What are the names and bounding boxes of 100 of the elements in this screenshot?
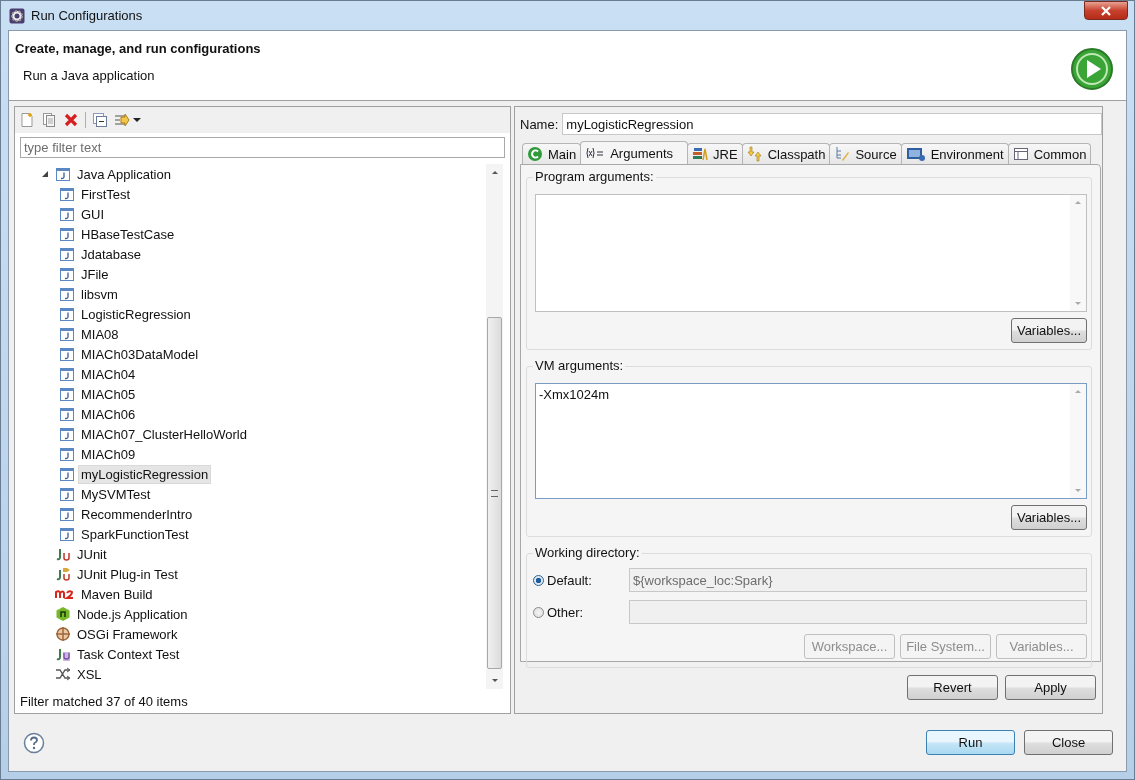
arrows-icon (746, 146, 763, 162)
tree-item[interactable]: libsvm (15, 284, 486, 304)
window-title: Run Configurations (31, 8, 143, 23)
java-file-icon (59, 306, 75, 322)
scroll-up-icon[interactable] (490, 169, 499, 177)
tab[interactable]: Environment (900, 143, 1009, 164)
scrollbar[interactable] (486, 164, 503, 689)
tree-item[interactable]: RecommenderIntro (15, 504, 486, 524)
tree-item[interactable]: MIACh04 (15, 364, 486, 384)
tree-item[interactable]: XSL (15, 664, 486, 684)
tree-item[interactable]: MySVMTest (15, 484, 486, 504)
tree-item[interactable]: SparkFunctionTest (15, 524, 486, 544)
collapse-icon[interactable] (92, 112, 108, 128)
scroll-down-icon[interactable] (490, 676, 499, 684)
directory-field[interactable] (629, 600, 1087, 624)
close-icon (1100, 4, 1112, 17)
java-file-icon (59, 246, 75, 262)
java-file-icon (59, 526, 75, 542)
java-file-icon (59, 406, 75, 422)
tree-item[interactable]: JFile (15, 264, 486, 284)
java-file-icon (59, 366, 75, 382)
tree-item[interactable]: MIACh07_ClusterHelloWorld (15, 424, 486, 444)
name-field[interactable]: myLogisticRegression (562, 113, 1102, 135)
java-file-icon (59, 386, 75, 402)
dialog-button[interactable]: Run (926, 730, 1015, 755)
tree-item[interactable]: LogisticRegression (15, 304, 486, 324)
tree-item[interactable]: myLogisticRegression (15, 464, 486, 484)
java-file-icon (59, 426, 75, 442)
crosshair-icon (55, 626, 71, 642)
tree-item[interactable]: FirstTest (15, 184, 486, 204)
books-icon (692, 146, 709, 162)
tree-item[interactable]: MIA08 (15, 324, 486, 344)
tree-item[interactable]: MIACh03DataModel (15, 344, 486, 364)
delete-icon[interactable] (63, 112, 79, 128)
junit-plugin-icon (55, 566, 71, 582)
java-file-icon (59, 446, 75, 462)
tree-item[interactable]: HBaseTestCase (15, 224, 486, 244)
java-file-icon (59, 466, 75, 482)
help-icon[interactable] (23, 731, 45, 754)
tab[interactable]: Classpath (741, 143, 831, 164)
java-file-icon (59, 206, 75, 222)
variables-button[interactable]: Variables... (1010, 318, 1087, 343)
tree-item[interactable]: JUnit (15, 544, 486, 564)
java-file-icon (59, 346, 75, 362)
tree-item[interactable]: Jdatabase (15, 244, 486, 264)
group-label: VM arguments: (533, 358, 626, 373)
table-icon (1012, 146, 1029, 162)
tab[interactable]: JRE (687, 143, 743, 164)
java-file-icon (59, 226, 75, 242)
tree-item[interactable]: OSGi Framework (15, 624, 486, 644)
java-file-icon (59, 506, 75, 522)
filter-status: Filter matched 37 of 40 items (19, 692, 189, 711)
tab[interactable]: Common (1007, 143, 1092, 164)
header-title: Create, manage, and run configurations (15, 41, 262, 56)
tree-item[interactable]: Task Context Test (15, 644, 486, 664)
java-file-icon (59, 286, 75, 302)
source-tree-icon (834, 146, 851, 162)
action-button[interactable]: Revert (907, 675, 998, 700)
tab[interactable]: Source (829, 143, 902, 164)
group-label: Program arguments: (533, 169, 656, 184)
tree-item[interactable]: MIACh09 (15, 444, 486, 464)
scrollbar-thumb[interactable] (487, 317, 502, 669)
tree-item[interactable]: Node.js Application (15, 604, 486, 624)
header-message: Run a Java application (23, 68, 156, 83)
radio-button[interactable]: Default: (533, 572, 629, 588)
dropdown-icon[interactable] (133, 116, 141, 124)
play-icon (1070, 46, 1114, 91)
hexagon-icon (55, 606, 71, 622)
java-file-icon (59, 326, 75, 342)
radio-button[interactable]: Other: (533, 604, 629, 620)
java-file-icon (59, 486, 75, 502)
shuffle-icon (55, 666, 71, 682)
tree-item[interactable]: Java Application (15, 164, 486, 184)
tree-item[interactable]: GUI (15, 204, 486, 224)
close-button[interactable] (1084, 1, 1128, 20)
name-label: Name: (520, 116, 559, 132)
junit-icon (55, 546, 71, 562)
variable-icon (585, 145, 606, 161)
dialog-button[interactable]: Close (1024, 730, 1113, 755)
copy-icon[interactable] (41, 112, 57, 128)
tree-item[interactable]: MIACh05 (15, 384, 486, 404)
monitor-icon (905, 146, 926, 162)
action-button[interactable]: Apply (1005, 675, 1096, 700)
group-label: Working directory: (533, 545, 642, 560)
tree-item[interactable]: Maven Build (15, 584, 486, 604)
new-file-icon[interactable] (19, 112, 35, 128)
expand-arrow-icon[interactable] (41, 170, 49, 178)
tree-item[interactable]: MIACh06 (15, 404, 486, 424)
circle-icon (527, 146, 543, 162)
filter-field[interactable]: type filter text (20, 137, 505, 158)
java-file-icon (59, 266, 75, 282)
tab[interactable]: Main (522, 143, 582, 164)
gear-icon (9, 7, 25, 24)
java-file-icon (59, 186, 75, 202)
tree-item[interactable]: JUnit Plug-in Test (15, 564, 486, 584)
tab[interactable]: Arguments (580, 141, 689, 164)
directory-field[interactable]: ${workspace_loc:Spark} (629, 568, 1087, 592)
task-test-icon (55, 646, 71, 662)
java-file-icon (55, 166, 71, 182)
variables-button[interactable]: Variables... (1010, 505, 1087, 530)
